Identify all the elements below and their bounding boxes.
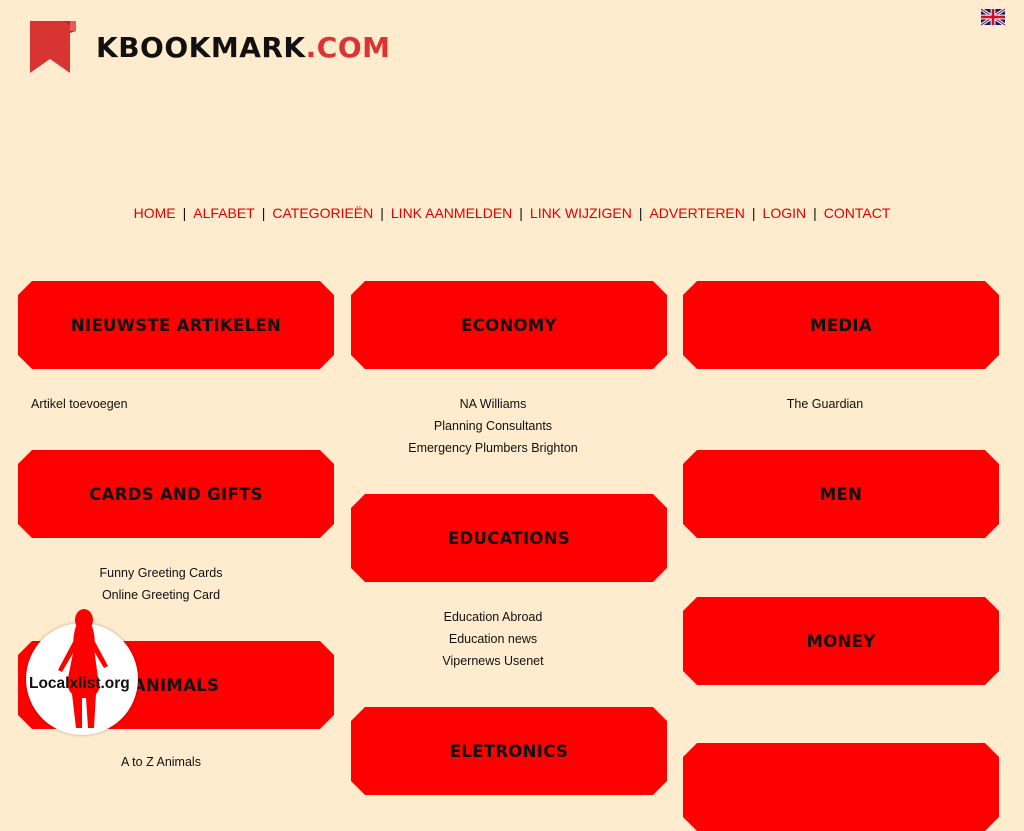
link-artikel-toevoegen[interactable]: Artikel toevoegen [31,393,334,415]
nav-categorieen[interactable]: CATEGORIEËN [272,205,373,221]
link-education-abroad[interactable]: Education Abroad [335,606,651,628]
link-online-greeting-card[interactable]: Online Greeting Card [3,584,319,606]
nav-adverteren[interactable]: ADVERTEREN [649,205,744,221]
nav-link-aanmelden[interactable]: LINK AANMELDEN [391,205,512,221]
economy-links: NA Williams Planning Consultants Emergen… [335,393,651,459]
media-links: The Guardian [667,393,983,415]
link-emergency-plumbers-brighton[interactable]: Emergency Plumbers Brighton [335,437,651,459]
badge-text: Localxlist.org [29,675,130,692]
link-a-to-z-animals[interactable]: A to Z Animals [3,751,319,773]
uk-flag-icon[interactable] [981,8,1005,26]
link-funny-greeting-cards[interactable]: Funny Greeting Cards [3,562,319,584]
animals-links: A to Z Animals [3,751,319,773]
nav-separator: | [813,205,817,221]
nav-alfabet[interactable]: ALFABET [193,205,254,221]
category-eletronics[interactable]: ELETRONICS [351,707,667,795]
localxlist-badge[interactable]: Localxlist.org [24,608,142,740]
site-logo[interactable]: KBOOKMARK.COM [30,21,391,74]
nav-separator: | [519,205,523,221]
category-men[interactable]: MEN [683,450,999,538]
nav-login[interactable]: LOGIN [763,205,807,221]
nav-link-wijzigen[interactable]: LINK WIJZIGEN [530,205,632,221]
nav-contact[interactable]: CONTACT [824,205,891,221]
category-partial[interactable] [683,743,999,831]
link-the-guardian[interactable]: The Guardian [667,393,983,415]
nav-home[interactable]: HOME [134,205,176,221]
cards-links: Funny Greeting Cards Online Greeting Car… [3,562,319,606]
category-cards-and-gifts[interactable]: CARDS AND GIFTS [18,450,334,538]
logo-text: KBOOKMARK.COM [96,31,391,64]
category-economy[interactable]: ECONOMY [351,281,667,369]
nav-separator: | [182,205,187,221]
educations-links: Education Abroad Education news Vipernew… [335,606,651,672]
figure-silhouette-icon [58,609,108,728]
bookmark-icon [30,21,76,73]
nieuwste-links: Artikel toevoegen [18,393,334,415]
main-nav: HOME | ALFABET | CATEGORIEËN | LINK AANMELDEN |… [0,205,1024,221]
link-na-williams[interactable]: NA Williams [335,393,651,415]
link-planning-consultants[interactable]: Planning Consultants [335,415,651,437]
link-vipernews-usenet[interactable]: Vipernews Usenet [335,650,651,672]
nav-separator: | [751,205,756,221]
category-money[interactable]: MONEY [683,597,999,685]
category-educations[interactable]: EDUCATIONS [351,494,667,582]
nav-separator: | [638,205,643,221]
nav-separator: | [380,205,384,221]
nav-separator: | [261,205,266,221]
category-nieuwste-artikelen[interactable]: NIEUWSTE ARTIKELEN [18,281,334,369]
category-media[interactable]: MEDIA [683,281,999,369]
link-education-news[interactable]: Education news [335,628,651,650]
